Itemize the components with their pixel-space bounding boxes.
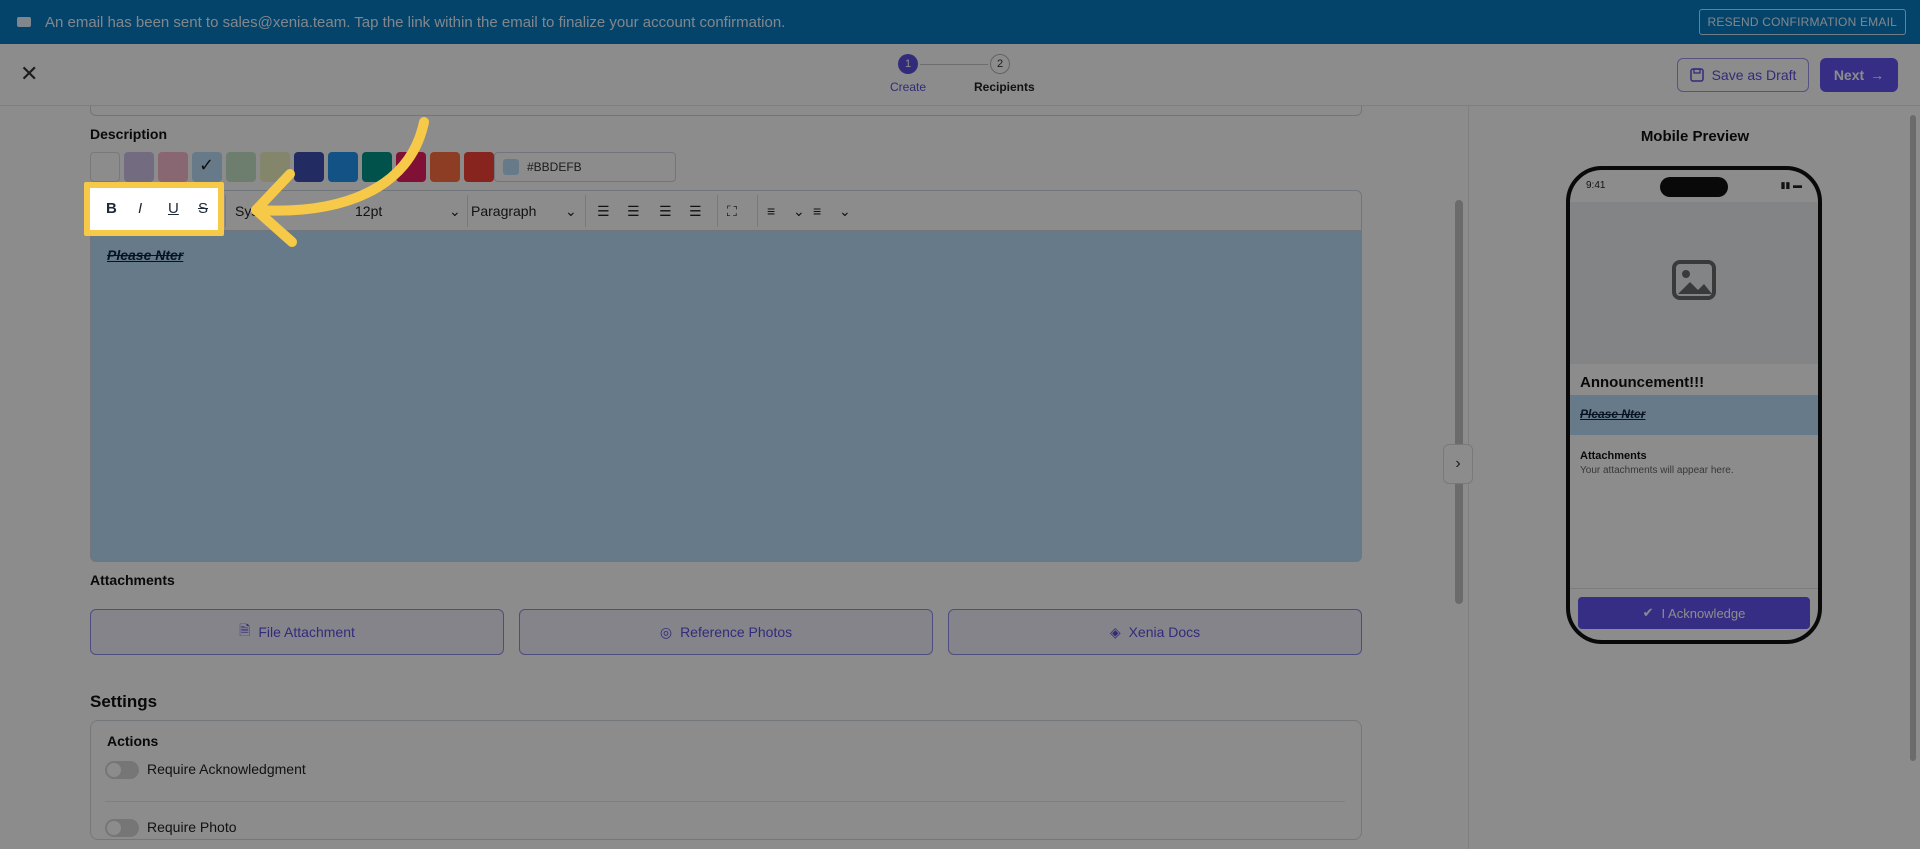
tutorial-arrow-icon — [251, 117, 429, 247]
